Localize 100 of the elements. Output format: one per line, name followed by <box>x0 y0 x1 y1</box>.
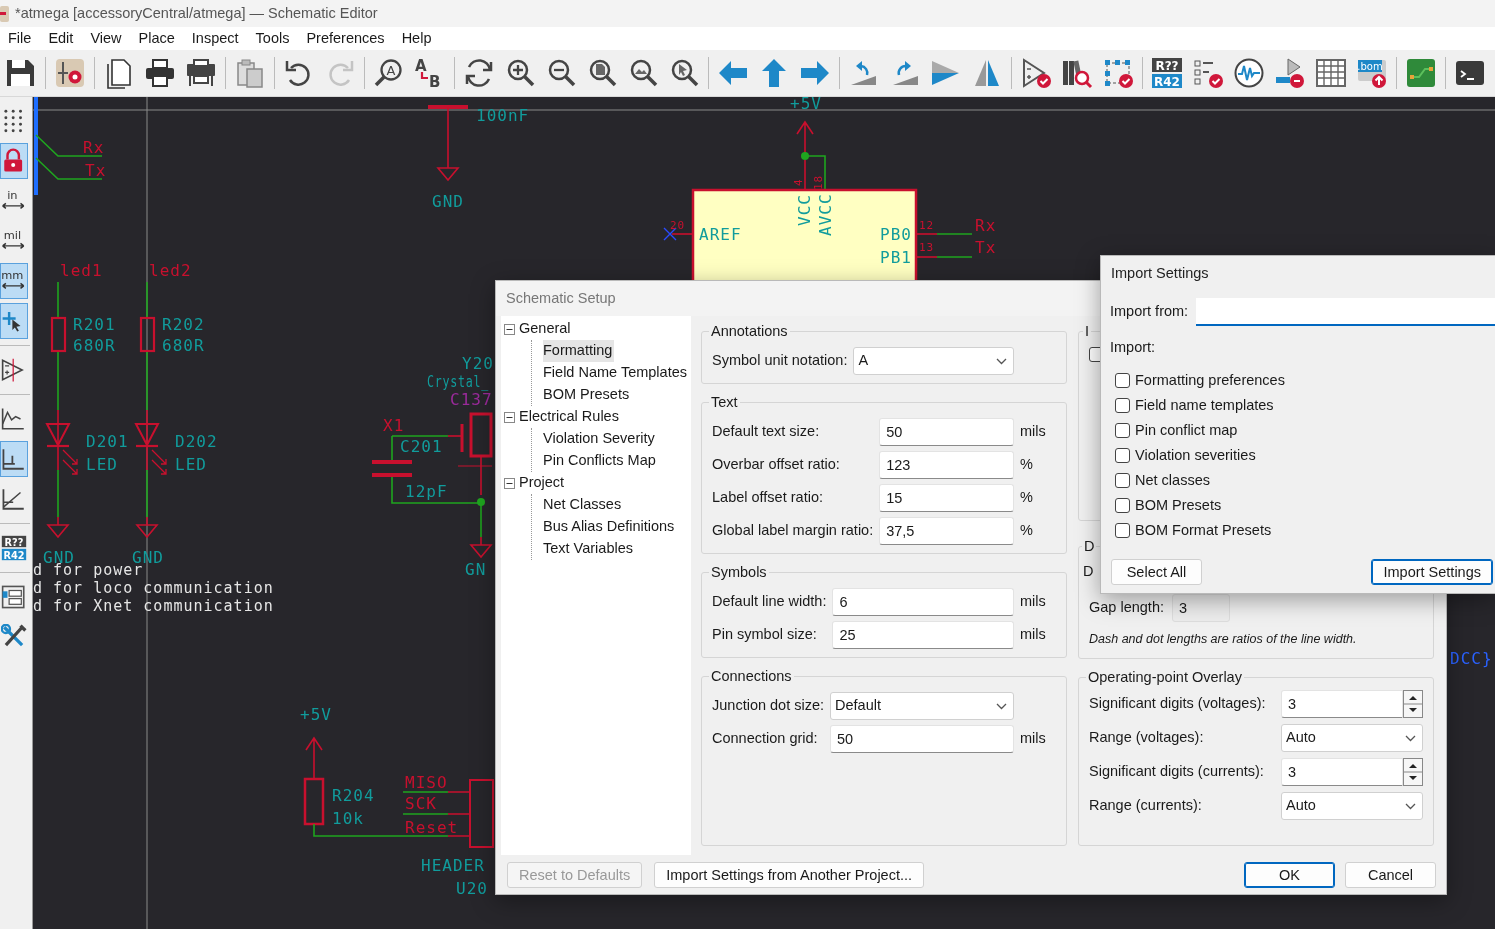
menu-item[interactable]: File <box>0 27 41 50</box>
spin-arrows[interactable] <box>1403 758 1423 786</box>
checkbox[interactable] <box>1115 448 1130 463</box>
text-field[interactable]: 25 <box>832 621 1014 649</box>
tree-item[interactable]: Formatting <box>543 340 615 362</box>
gear-component-icon[interactable] <box>53 57 86 89</box>
input-field[interactable] <box>1196 298 1495 326</box>
checkbox[interactable] <box>1115 523 1130 538</box>
padlock-toggle[interactable] <box>0 143 28 179</box>
axis-line-icon <box>1 486 27 512</box>
dialog-button[interactable]: OK <box>1244 862 1335 888</box>
group-title: Symbols <box>709 563 769 581</box>
text-field[interactable]: 3 <box>1281 690 1403 718</box>
dialog-button[interactable]: Import Settings <box>1371 559 1493 585</box>
line-chart-icon <box>1 406 27 432</box>
ground-symbol <box>135 516 159 539</box>
dropdown[interactable]: Auto <box>1281 792 1423 820</box>
net-label: Rx <box>83 138 105 157</box>
option-label: BOM Presets <box>1135 495 1222 515</box>
hierarchy-icon <box>1 584 27 610</box>
text-field[interactable]: 123 <box>879 451 1014 479</box>
text-field[interactable]: 6 <box>832 588 1014 616</box>
menu-item[interactable]: Help <box>393 27 441 50</box>
checkbox[interactable] <box>1115 373 1130 388</box>
pin-number: 4 <box>792 178 805 186</box>
tree-item[interactable]: Pin Conflicts Map <box>543 450 658 472</box>
crosshair-pointer-toggle[interactable] <box>0 303 28 339</box>
dropdown[interactable]: Default <box>830 692 1014 720</box>
checkbox[interactable] <box>1115 398 1130 413</box>
reference-label: +5V <box>790 97 822 113</box>
wire <box>57 351 59 411</box>
ground-symbol <box>469 536 493 559</box>
text-field[interactable]: 15 <box>879 484 1014 512</box>
text-field[interactable]: 3 <box>1172 594 1230 622</box>
circuit-board-icon[interactable] <box>1404 57 1437 89</box>
dialog-button[interactable]: Select All <box>1111 559 1202 585</box>
ground-symbol <box>436 159 460 182</box>
checkbox[interactable] <box>1115 423 1130 438</box>
field-label: Global label margin ratio: <box>712 521 874 541</box>
tree-item[interactable]: Net Classes <box>543 494 624 516</box>
dialog-button[interactable]: Cancel <box>1345 862 1436 888</box>
wire <box>146 469 148 518</box>
unit-arrow-toggle[interactable]: mil <box>0 223 28 259</box>
menu-item[interactable]: Tools <box>247 27 299 50</box>
reference-label: HEADER <box>421 856 485 875</box>
collapse-icon[interactable] <box>504 477 515 489</box>
text-field[interactable]: 37,5 <box>879 517 1014 545</box>
checkbox[interactable] <box>1115 473 1130 488</box>
checklist-icon[interactable] <box>1191 57 1224 89</box>
tree-item[interactable]: Bus Alias Definitions <box>543 516 677 538</box>
menu-item[interactable]: Place <box>130 27 184 50</box>
tree-item[interactable]: Violation Severity <box>543 428 657 450</box>
window-title: *atmega [accessoryCentral/atmega] — Schematic Editor <box>15 4 378 23</box>
text-field[interactable]: 50 <box>879 418 1014 446</box>
waveform-icon[interactable] <box>1232 57 1265 89</box>
app-icon <box>0 4 9 23</box>
menu-item[interactable]: Inspect <box>183 27 248 50</box>
bus-label: DCC} <box>1450 649 1493 668</box>
annotate-toggle[interactable]: R?? R42 <box>0 530 28 566</box>
net-label: MISO <box>405 773 448 792</box>
text-field[interactable]: 3 <box>1281 758 1403 786</box>
unit-label: mils <box>1020 422 1047 442</box>
menu-item[interactable]: View <box>82 27 131 50</box>
chevron-icon <box>1405 802 1416 810</box>
reference-label: GND <box>432 192 464 211</box>
tree-item[interactable]: General <box>519 318 571 340</box>
reference-label: C201 <box>400 437 443 456</box>
printer-icon[interactable] <box>143 57 176 89</box>
field-label: Significant digits (currents): <box>1089 762 1265 782</box>
axis-bar-toggle[interactable] <box>0 441 28 477</box>
tree-item[interactable]: Text Variables <box>543 538 635 560</box>
led-symbol <box>134 409 167 475</box>
opamp-link-icon[interactable] <box>1273 57 1306 89</box>
chevron-icon <box>1405 734 1416 742</box>
collapse-icon[interactable] <box>504 411 515 423</box>
spin-arrows[interactable] <box>1403 690 1423 718</box>
capacitor-symbol <box>428 105 468 161</box>
field-label: Label offset ratio: <box>712 488 824 508</box>
tree-item[interactable]: Field Name Templates <box>543 362 689 384</box>
pin-line <box>804 159 806 191</box>
field-label: Connection grid: <box>712 729 819 749</box>
tree-item[interactable]: Electrical Rules <box>519 406 619 428</box>
dropdown[interactable]: A <box>853 347 1014 375</box>
note-text: d for Xnet communication <box>33 597 274 615</box>
menu-item[interactable]: Preferences <box>298 27 394 50</box>
collapse-icon[interactable] <box>504 323 515 335</box>
unit-arrow-toggle[interactable]: mm <box>0 263 28 299</box>
dialog-button[interactable]: Import Settings from Another Project... <box>654 862 925 888</box>
plotter-icon[interactable] <box>184 57 217 89</box>
dropdown[interactable]: Auto <box>1281 724 1423 752</box>
menu-item[interactable]: Edit <box>40 27 83 50</box>
unit-arrow-toggle[interactable]: in <box>0 183 28 219</box>
text-field[interactable]: 50 <box>830 725 1014 753</box>
tree-item[interactable]: BOM Presets <box>543 384 632 406</box>
tree-item[interactable]: Project <box>519 472 565 494</box>
net-label: Reset <box>405 818 459 837</box>
header-symbol <box>469 779 494 848</box>
net-label: Tx <box>975 238 997 257</box>
table-icon[interactable] <box>1314 57 1347 89</box>
checkbox[interactable] <box>1115 498 1130 513</box>
